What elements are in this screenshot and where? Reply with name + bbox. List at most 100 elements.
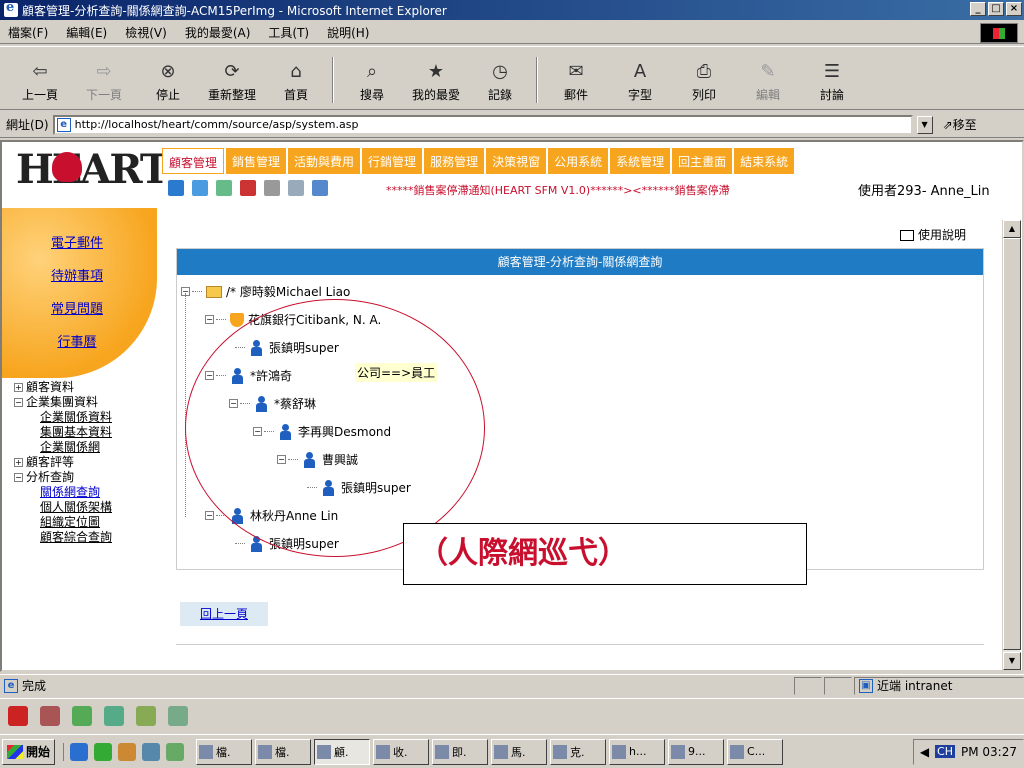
calendar-icon[interactable]	[240, 180, 256, 196]
refresh-button[interactable]: ⟳ 重新整理	[202, 51, 262, 109]
maximize-button[interactable]: □	[988, 2, 1004, 16]
vertical-scrollbar[interactable]: ▲ ▼	[1002, 220, 1021, 670]
nav-marketing[interactable]: 行銷管理	[362, 148, 423, 174]
app-icon[interactable]	[104, 705, 124, 726]
menu-view[interactable]: 檢視(V)	[125, 24, 167, 41]
link-org-position[interactable]: 組織定位圖	[40, 515, 162, 530]
task-button[interactable]: h...	[609, 738, 666, 765]
scroll-thumb[interactable]	[1003, 238, 1021, 650]
bucket-icon[interactable]	[312, 180, 328, 196]
collapse-icon[interactable]: −	[14, 473, 23, 482]
scroll-down-icon[interactable]: ▼	[1003, 652, 1021, 670]
mail-icon[interactable]	[192, 180, 208, 196]
expand-icon[interactable]: +	[14, 458, 23, 467]
bird-icon[interactable]	[288, 180, 304, 196]
address-bar: 網址(D) e http://localhost/heart/comm/sour…	[0, 112, 1024, 138]
edit-button[interactable]: ✎ 編輯	[738, 51, 798, 109]
collapse-icon[interactable]: −	[205, 511, 214, 520]
history-button[interactable]: ◷ 記錄	[470, 51, 530, 109]
collapse-icon[interactable]: −	[205, 315, 214, 324]
nav-customer[interactable]: 顧客管理	[162, 148, 225, 174]
link-email[interactable]: 電子郵件	[2, 232, 162, 251]
link-group-basic[interactable]: 集團基本資料	[40, 425, 162, 440]
menu-tools[interactable]: 工具(T)	[268, 24, 309, 41]
tree-analysis[interactable]: − 分析查詢	[14, 470, 162, 485]
nav-system[interactable]: 系統管理	[610, 148, 671, 174]
ie-launch-icon[interactable]	[70, 742, 89, 761]
outlook-launch-icon[interactable]	[94, 742, 113, 761]
menu-favorites[interactable]: 我的最愛(A)	[185, 24, 251, 41]
link-todo[interactable]: 待辦事項	[2, 265, 162, 284]
menu-file[interactable]: 檔案(F)	[8, 24, 48, 41]
link-calendar[interactable]: 行事曆	[2, 331, 162, 350]
home-button[interactable]: ⌂ 首頁	[266, 51, 326, 109]
help-link[interactable]: 使用說明	[900, 226, 966, 243]
menu-help[interactable]: 說明(H)	[327, 24, 369, 41]
tree-node-root[interactable]: − /* 廖時毅Michael Liao	[181, 283, 350, 300]
volume-icon[interactable]: ◀	[920, 745, 929, 759]
nav-service[interactable]: 服務管理	[424, 148, 485, 174]
notebook-icon[interactable]	[264, 180, 280, 196]
task-button[interactable]: 檔.	[196, 738, 253, 765]
favorites-button[interactable]: ★ 我的最愛	[406, 51, 466, 109]
nav-exit[interactable]: 結束系統	[734, 148, 795, 174]
print-button[interactable]: ⎙ 列印	[674, 51, 734, 109]
link-personal-structure[interactable]: 個人關係架構	[40, 500, 162, 515]
minimize-button[interactable]: _	[970, 2, 986, 16]
link-network-query[interactable]: 關係網查詢	[40, 485, 162, 500]
nav-sales[interactable]: 銷售管理	[226, 148, 287, 174]
search-button[interactable]: ⌕ 搜尋	[342, 51, 402, 109]
task-button[interactable]: 克.	[550, 738, 607, 765]
nav-activity[interactable]: 活動與費用	[288, 148, 361, 174]
collapse-icon[interactable]: −	[181, 287, 190, 296]
collapse-icon[interactable]: −	[14, 398, 23, 407]
window-icon	[671, 744, 686, 759]
app-icon[interactable]	[136, 705, 156, 726]
link-faq[interactable]: 常見問題	[2, 298, 162, 317]
go-button[interactable]: ⇗移至	[943, 116, 977, 133]
task-button[interactable]: 檔.	[255, 738, 312, 765]
app-icon[interactable]	[72, 705, 92, 726]
forward-button[interactable]: ⇨ 下一頁	[74, 51, 134, 109]
task-button[interactable]: 馬.	[491, 738, 548, 765]
satellite-icon[interactable]	[216, 180, 232, 196]
ime-indicator[interactable]: CH	[935, 745, 955, 758]
window-icon	[376, 744, 391, 759]
nav-public[interactable]: 公用系統	[548, 148, 609, 174]
menu-edit[interactable]: 編輯(E)	[66, 24, 107, 41]
task-button[interactable]: 顧.	[314, 738, 371, 765]
address-input[interactable]: e http://localhost/heart/comm/source/asp…	[52, 114, 913, 135]
app-icon[interactable]	[40, 705, 60, 726]
task-button[interactable]: 9...	[668, 738, 725, 765]
desktop-icon[interactable]	[118, 742, 137, 761]
tree-customer-data[interactable]: + 顧客資料	[14, 380, 162, 395]
back-link[interactable]: 回上一頁	[180, 602, 268, 626]
folder-icon[interactable]	[168, 180, 184, 196]
link-customer-query[interactable]: 顧客綜合查詢	[40, 530, 162, 545]
close-button[interactable]: ×	[1006, 2, 1022, 16]
toolbar-separator	[536, 57, 538, 103]
link-company-network[interactable]: 企業關係網	[40, 440, 162, 455]
start-button[interactable]: 開始	[2, 738, 56, 765]
discuss-button[interactable]: ☰ 討論	[802, 51, 862, 109]
font-button[interactable]: A 字型	[610, 51, 670, 109]
mail-button[interactable]: ✉ 郵件	[546, 51, 606, 109]
tree-group-data[interactable]: − 企業集團資料	[14, 395, 162, 410]
back-button[interactable]: ⇦ 上一頁	[10, 51, 70, 109]
channel-icon[interactable]	[142, 742, 161, 761]
expand-icon[interactable]: +	[14, 383, 23, 392]
app-icon[interactable]	[8, 705, 28, 726]
clock[interactable]: PM 03:27	[961, 745, 1017, 759]
scroll-up-icon[interactable]: ▲	[1003, 220, 1021, 238]
nav-main[interactable]: 回主畫面	[672, 148, 733, 174]
task-button[interactable]: 即.	[432, 738, 489, 765]
nav-decision[interactable]: 決策視窗	[486, 148, 547, 174]
tree-rating[interactable]: + 顧客評等	[14, 455, 162, 470]
app-icon[interactable]	[166, 742, 185, 761]
task-button[interactable]: 收.	[373, 738, 430, 765]
app-icon[interactable]	[168, 705, 188, 726]
stop-button[interactable]: ⊗ 停止	[138, 51, 198, 109]
address-dropdown-icon[interactable]: ▼	[916, 115, 933, 134]
task-button[interactable]: C...	[727, 738, 784, 765]
link-company-relation[interactable]: 企業關係資料	[40, 410, 162, 425]
